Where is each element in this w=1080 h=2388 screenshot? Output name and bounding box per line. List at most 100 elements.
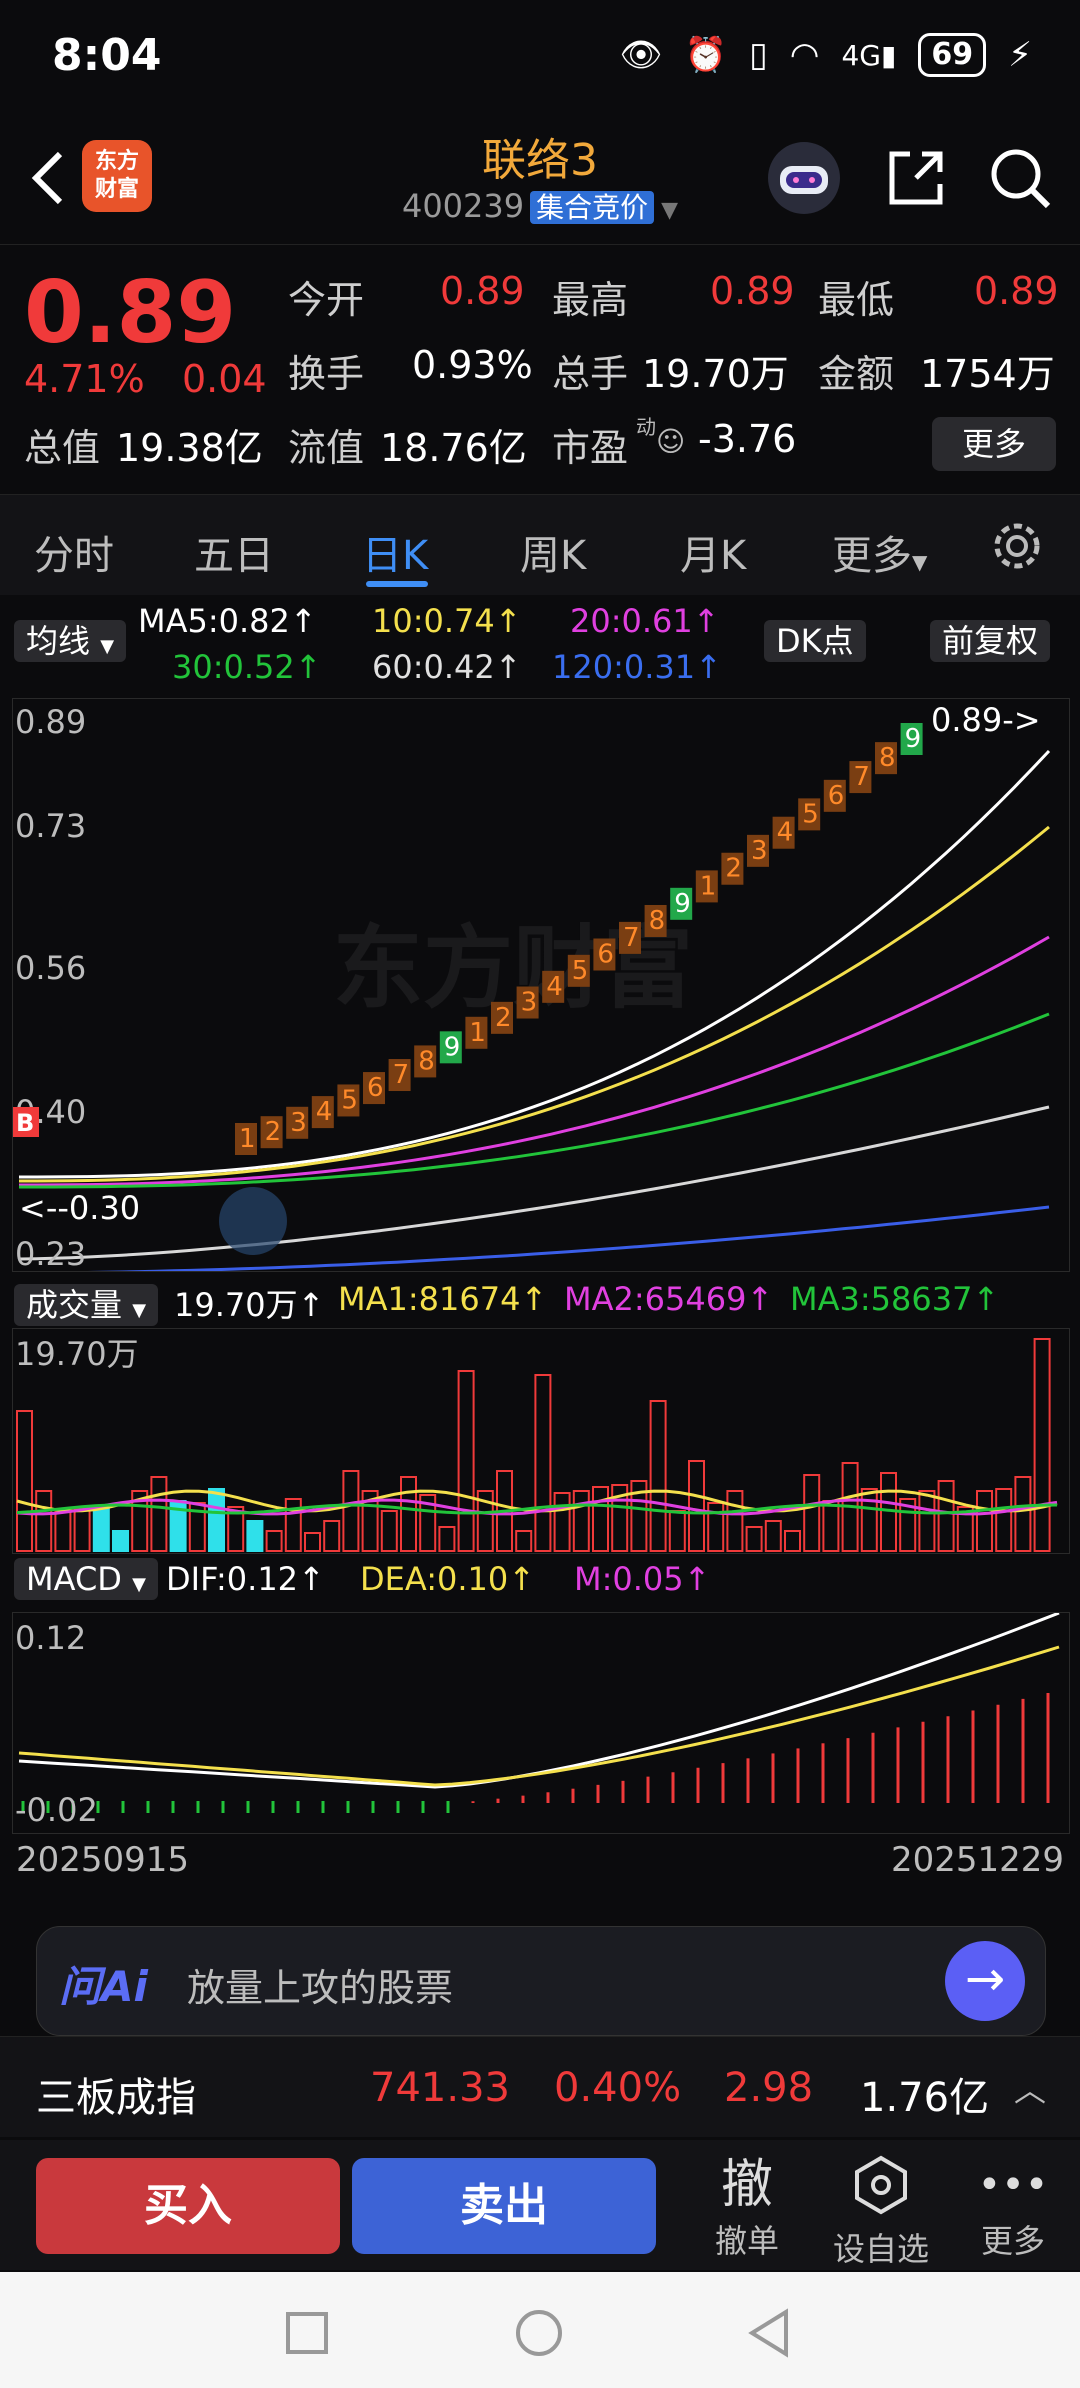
y-label-2: 0.56 xyxy=(15,949,86,987)
tab-monthly-k[interactable]: 月K xyxy=(680,523,746,581)
volume-svg: 19.70万 xyxy=(15,1335,1058,1552)
volume-bar xyxy=(35,1490,53,1552)
buy-marker-label: B xyxy=(16,1109,34,1137)
index-name: 三板成指 xyxy=(36,2075,196,2121)
status-icons: 👁 ⏰ ▯ ◠ 4G▮ 69 ⚡ xyxy=(620,30,1032,80)
td-count-label: 7 xyxy=(623,923,640,953)
more-quote-button[interactable]: 更多 xyxy=(932,417,1056,471)
low-value: 0.89 xyxy=(974,269,1059,313)
alarm-icon: ⏰ xyxy=(684,35,728,75)
volume-max-label: 19.70万 xyxy=(15,1335,139,1373)
td-count-label: 8 xyxy=(649,906,666,936)
caret-down-icon: ▼ xyxy=(132,1574,146,1595)
volume-bar xyxy=(822,1500,840,1552)
dk-point-toggle[interactable]: DK点 xyxy=(764,616,866,662)
ma-legend: 均线 ▼ MA5:0.82↑ 10:0.74↑ 20:0.61↑ 30:0.52… xyxy=(0,596,1080,696)
search-icon[interactable] xyxy=(980,138,1060,218)
volume-bar xyxy=(515,1530,533,1552)
tab-intraday[interactable]: 分时 xyxy=(34,523,114,581)
chevron-up-icon[interactable]: ︿ xyxy=(1014,2065,1046,2111)
y-label-0: 0.89 xyxy=(15,703,86,741)
add-watchlist-button[interactable]: 设自选 xyxy=(826,2154,936,2270)
volume-bar xyxy=(1033,1338,1051,1552)
ma10-value: 10:0.74↑ xyxy=(372,602,522,640)
battery-indicator: 69 xyxy=(918,33,987,77)
buy-button[interactable]: 买入 xyxy=(36,2158,340,2254)
cancel-order-button[interactable]: 撤 撤单 xyxy=(692,2154,802,2262)
macd-selector[interactable]: MACD ▼ xyxy=(14,1558,158,1600)
volume-bar xyxy=(572,1490,590,1552)
hexagon-icon xyxy=(855,2155,907,2215)
volume-bar xyxy=(726,1490,744,1552)
td-count-label: 6 xyxy=(597,939,614,969)
back-nav-icon[interactable] xyxy=(746,2308,792,2358)
tab-daily-k[interactable]: 日K xyxy=(362,523,428,581)
index-amount: 1.76亿 xyxy=(860,2075,990,2121)
volume-bar xyxy=(745,1526,763,1552)
macd-svg: 0.12 -0.02 xyxy=(15,1611,1060,1829)
td-count-label: 2 xyxy=(265,1117,282,1147)
index-ticker[interactable]: 三板成指 741.33 0.40% 2.98 1.76亿 ︿ xyxy=(0,2036,1080,2137)
td-count-label: 5 xyxy=(341,1085,358,1115)
info-icon[interactable]: ☺ xyxy=(656,425,685,458)
trade-actions: 买入 卖出 撤 撤单 设自选 ••• 更多 xyxy=(0,2140,1080,2270)
td-count-label: 2 xyxy=(725,854,742,884)
volume-selector[interactable]: 成交量 ▼ xyxy=(14,1280,159,1326)
caret-down-icon: ▼ xyxy=(132,1300,147,1321)
home-icon[interactable] xyxy=(514,2308,564,2358)
macd-bottom-label: -0.02 xyxy=(15,1791,98,1829)
td-count-label: 3 xyxy=(521,988,538,1018)
td-count-label: 4 xyxy=(546,972,563,1002)
eye-icon: 👁 xyxy=(619,35,663,75)
high-value: 0.89 xyxy=(710,269,795,313)
tab-five-day[interactable]: 五日 xyxy=(194,523,274,581)
ma30-line xyxy=(19,1012,1050,1189)
volume-bar xyxy=(112,1530,129,1552)
date-start: 20250915 xyxy=(16,1840,190,1880)
tab-weekly-k[interactable]: 周K xyxy=(520,523,586,581)
turnover-label: 换手 xyxy=(288,352,365,396)
period-tabs: 分时 五日 日K 周K 月K 更多▼ xyxy=(0,494,1080,595)
volume-value: 19.70万↑ xyxy=(174,1286,325,1324)
volume-bar xyxy=(284,1498,302,1552)
adjust-selector[interactable]: 前复权 xyxy=(930,616,1051,662)
share-icon[interactable] xyxy=(876,138,956,218)
volume-legend: 成交量 ▼ 19.70万↑ MA1:81674↑ MA2:65469↑ MA3:… xyxy=(12,1276,1068,1326)
ai-search-bar[interactable]: 问Ai 放量上攻的股票 → xyxy=(36,1926,1046,2036)
macd-top-label: 0.12 xyxy=(15,1619,86,1657)
ma120-line xyxy=(19,1205,1050,1275)
indicator-selector-label: 均线 xyxy=(26,622,91,660)
volume-chart[interactable]: 19.70万 xyxy=(12,1328,1070,1554)
volume-bar xyxy=(803,1474,821,1552)
volume-bar xyxy=(1014,1476,1032,1552)
more-actions-label: 更多 xyxy=(980,2222,1045,2260)
index-change: 2.98 xyxy=(724,2065,814,2111)
volume-bar xyxy=(265,1530,283,1552)
td-count-label: 6 xyxy=(828,781,845,811)
volume-bar xyxy=(649,1400,667,1552)
settings-gear-icon[interactable] xyxy=(990,519,1044,573)
macd-selector-label: MACD xyxy=(26,1560,122,1598)
volume-selector-label: 成交量 xyxy=(26,1286,123,1324)
cancel-icon: 撤 xyxy=(720,2155,773,2215)
more-actions-button[interactable]: ••• 更多 xyxy=(958,2154,1068,2262)
ai-robot-icon[interactable] xyxy=(764,138,844,218)
open-value: 0.89 xyxy=(440,269,525,313)
indicator-selector[interactable]: 均线 ▼ xyxy=(14,616,127,662)
volume-bar xyxy=(400,1476,417,1552)
stock-code: 400239 xyxy=(401,187,525,225)
tab-more[interactable]: 更多▼ xyxy=(832,523,927,581)
recent-apps-icon[interactable] xyxy=(284,2310,330,2356)
volume-bar xyxy=(342,1470,360,1552)
sell-button[interactable]: 卖出 xyxy=(352,2158,656,2254)
kline-chart[interactable]: 东方财富 123456789123456789123456789 0.89 0.… xyxy=(12,698,1070,1275)
volume-bar xyxy=(937,1480,955,1552)
td-count-label: 9 xyxy=(905,724,922,754)
volume-bar xyxy=(976,1490,993,1552)
vol-ma2: MA2:65469↑ xyxy=(564,1280,774,1318)
arrow-right-icon[interactable]: → xyxy=(945,1941,1025,2021)
expand-icon[interactable] xyxy=(219,1187,287,1255)
macd-chart[interactable]: 0.12 -0.02 xyxy=(12,1611,1070,1834)
macd-dea: DEA:0.10↑ xyxy=(360,1560,536,1598)
quote-panel: 0.89 4.71% 0.04 今开 0.89 最高 0.89 最低 0.89 … xyxy=(0,244,1080,495)
